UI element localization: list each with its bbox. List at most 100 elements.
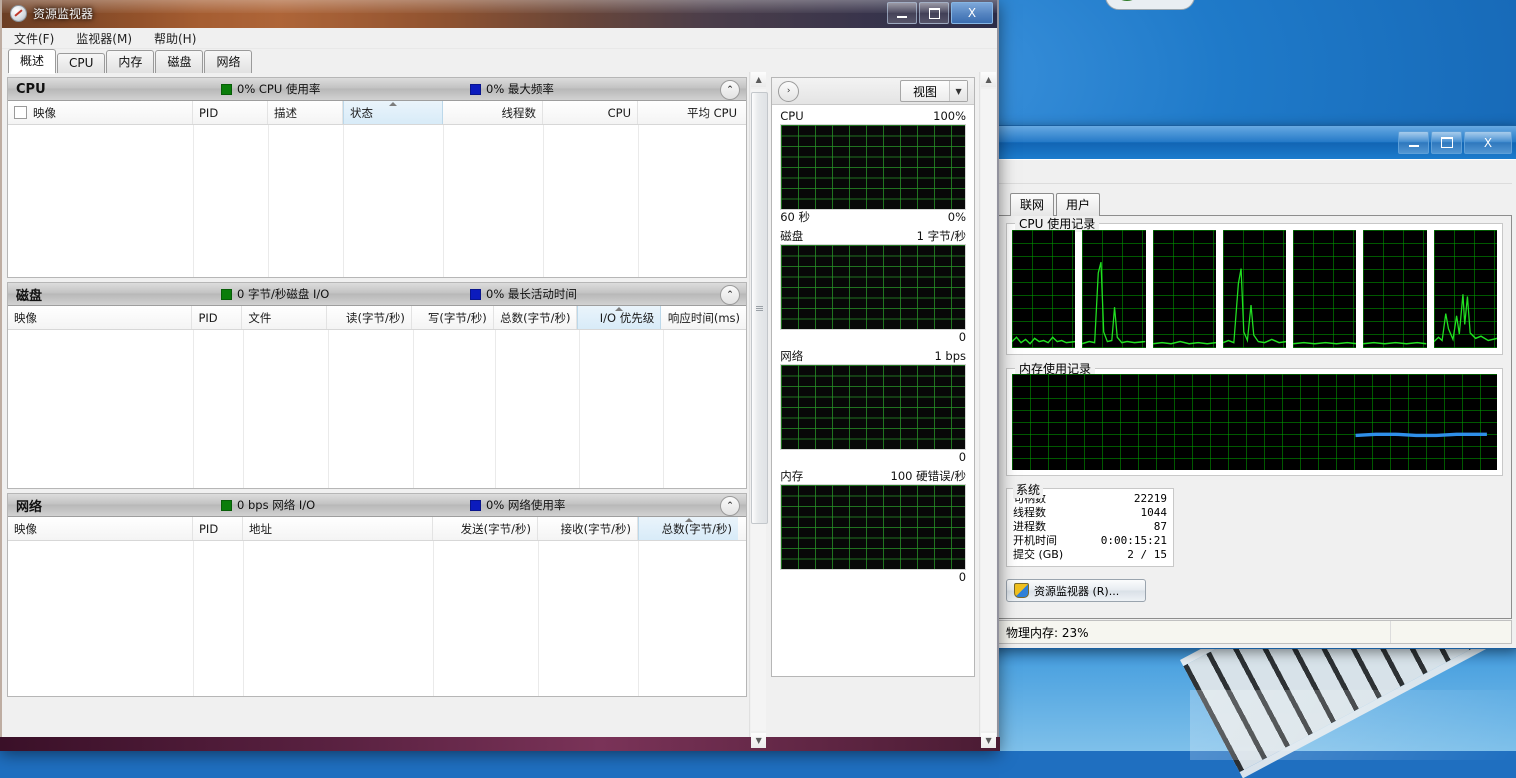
overview-panels-column: CPU 0% CPU 使用率 0% 最大频率 ⌃ 映像 PID 描述 状态 线程… [2,72,749,748]
blue-swatch-icon [470,83,481,95]
collapse-chevron-icon[interactable]: ⌃ [720,496,740,516]
graph-grid [781,245,966,329]
column-send[interactable]: 发送(字节/秒) [433,517,538,540]
column-total[interactable]: 总数(字节/秒) [638,517,738,540]
disk-graph-title: 磁盘 [780,229,804,243]
disk-panel-header[interactable]: 磁盘 0 字节/秒磁盘 I/O 0% 最长活动时间 ⌃ [8,283,746,306]
task-manager-titlebar[interactable]: X [992,126,1516,159]
shield-icon [1014,583,1029,598]
column-image[interactable]: 映像 [8,101,193,124]
window-title: 资源监视器 [33,7,94,21]
blue-swatch-icon [470,499,481,511]
menu-monitor[interactable]: 监视器(M) [72,29,136,48]
column-cpu[interactable]: CPU [543,101,638,124]
cpu-panel: CPU 0% CPU 使用率 0% 最大频率 ⌃ 映像 PID 描述 状态 线程… [7,77,747,278]
disk-column-headers[interactable]: 映像 PID 文件 读(字节/秒) 写(字节/秒) 总数(字节/秒) I/O 优… [8,306,746,330]
disk-graph-min: 0 [958,330,967,344]
stat-value: 2 / 15 [1127,548,1167,561]
collapse-chevron-icon[interactable]: ⌃ [720,80,740,100]
minimize-button[interactable] [887,2,917,24]
tab-networking[interactable]: 联网 [1010,193,1055,216]
maximize-button[interactable] [919,2,949,24]
cpu-core-graph [1293,230,1357,348]
column-threads[interactable]: 线程数 [443,101,543,124]
tab-network[interactable]: 网络 [204,50,253,73]
column-image[interactable]: 映像 [8,306,193,329]
graphs-toolbar[interactable]: › 视图 ▼ [772,78,975,105]
column-description[interactable]: 描述 [268,101,343,124]
network-panel-header[interactable]: 网络 0 bps 网络 I/O 0% 网络使用率 ⌃ [8,494,746,517]
task-manager-window[interactable]: X 联网 用户 CPU 使用记录 内存使用记录 系统 句柄数 22219 线程数… [991,125,1516,649]
tab-disk[interactable]: 磁盘 [155,50,204,73]
chevron-down-icon[interactable]: ▼ [949,81,968,101]
column-response-time[interactable]: 响应时间(ms) [661,306,746,329]
network-column-headers[interactable]: 映像 PID 地址 发送(字节/秒) 接收(字节/秒) 总数(字节/秒) [8,517,746,541]
scroll-up-arrow-icon[interactable]: ▲ [751,72,767,87]
graph-grid [781,125,966,209]
tab-users[interactable]: 用户 [1056,193,1101,216]
scroll-down-arrow-icon[interactable]: ▼ [981,733,997,748]
menu-file[interactable]: 文件(F) [10,29,58,48]
column-image[interactable]: 映像 [8,517,193,540]
resource-monitor-menubar[interactable]: 文件(F) 监视器(M) 帮助(H) [2,28,997,49]
resource-monitor-button[interactable]: 资源监视器 (R)... [1006,579,1146,602]
network-process-list[interactable] [8,541,746,696]
column-average-cpu[interactable]: 平均 CPU [638,101,743,124]
view-dropdown[interactable]: 视图 ▼ [900,80,969,102]
minimize-icon [1408,145,1419,147]
resource-monitor-tabs[interactable]: 概述 CPU 内存 磁盘 网络 [2,49,997,74]
scrollbar-thumb[interactable] [751,92,769,524]
column-read[interactable]: 读(字节/秒) [327,306,412,329]
resource-monitor-window[interactable]: 资源监视器 X 文件(F) 监视器(M) 帮助(H) 概述 CPU 内存 磁盘 … [0,0,999,750]
tab-overview[interactable]: 概述 [8,49,57,74]
tab-cpu[interactable]: CPU [57,53,106,73]
column-label: 平均 CPU [686,105,737,120]
sort-ascending-icon [389,102,397,106]
resource-monitor-titlebar[interactable]: 资源监视器 X [2,0,997,28]
cpu-core-graph [1433,230,1497,348]
expand-graphs-button[interactable]: › [778,80,800,102]
cpu-graph-timespan: 60 秒 [780,210,811,224]
scroll-down-arrow-icon[interactable]: ▼ [751,733,767,748]
overview-vertical-scrollbar[interactable]: ▲ ▼ [749,72,769,748]
close-button[interactable]: X [1464,131,1512,154]
cpu-core-graph [1222,230,1287,348]
scrollbar-grip-icon [756,305,764,311]
cpu-graph-min: 0% [947,210,967,224]
column-pid[interactable]: PID [193,101,268,124]
select-all-checkbox[interactable] [14,106,27,119]
column-receive[interactable]: 接收(字节/秒) [538,517,638,540]
window-vertical-scrollbar[interactable]: ▲ ▼ [979,72,997,748]
maximize-button[interactable] [1431,131,1462,154]
stat-row: 开机时间 0:00:15:21 [1013,534,1167,548]
column-io-priority[interactable]: I/O 优先级 [577,306,662,329]
task-manager-window-controls[interactable]: X [1398,131,1512,154]
resource-monitor-window-controls[interactable]: X [887,2,993,24]
column-pid[interactable]: PID [193,517,243,540]
column-address[interactable]: 地址 [243,517,433,540]
collapse-chevron-icon[interactable]: ⌃ [720,285,740,305]
scrollbar-track[interactable] [981,89,997,731]
menu-help[interactable]: 帮助(H) [150,29,200,48]
task-manager-tabs[interactable]: 联网 用户 [997,193,1512,216]
memory-graph-title: 内存 [780,469,804,483]
cpu-process-list[interactable] [8,125,746,277]
task-manager-menubar[interactable] [997,164,1512,184]
column-file[interactable]: 文件 [242,306,328,329]
stat-row: 提交 (GB) 2 / 15 [1013,548,1167,562]
column-write[interactable]: 写(字节/秒) [412,306,494,329]
tab-memory[interactable]: 内存 [106,50,155,73]
cpu-panel-header[interactable]: CPU 0% CPU 使用率 0% 最大频率 ⌃ [8,78,746,101]
desktop-icon-green-orb [1105,0,1195,10]
close-button[interactable]: X [951,2,993,24]
minimize-button[interactable] [1398,131,1429,154]
cpu-column-headers[interactable]: 映像 PID 描述 状态 线程数 CPU 平均 CPU [8,101,746,125]
scroll-up-arrow-icon[interactable]: ▲ [981,72,997,87]
task-manager-performance-panel: CPU 使用记录 内存使用记录 系统 句柄数 22219 线程数 1044 进程… [997,216,1512,619]
column-status[interactable]: 状态 [343,101,443,124]
disk-process-list[interactable] [8,330,746,488]
sort-ascending-icon [684,518,693,522]
column-pid[interactable]: PID [192,306,243,329]
column-total[interactable]: 总数(字节/秒) [494,306,578,329]
stat-value: 1044 [1140,506,1168,519]
